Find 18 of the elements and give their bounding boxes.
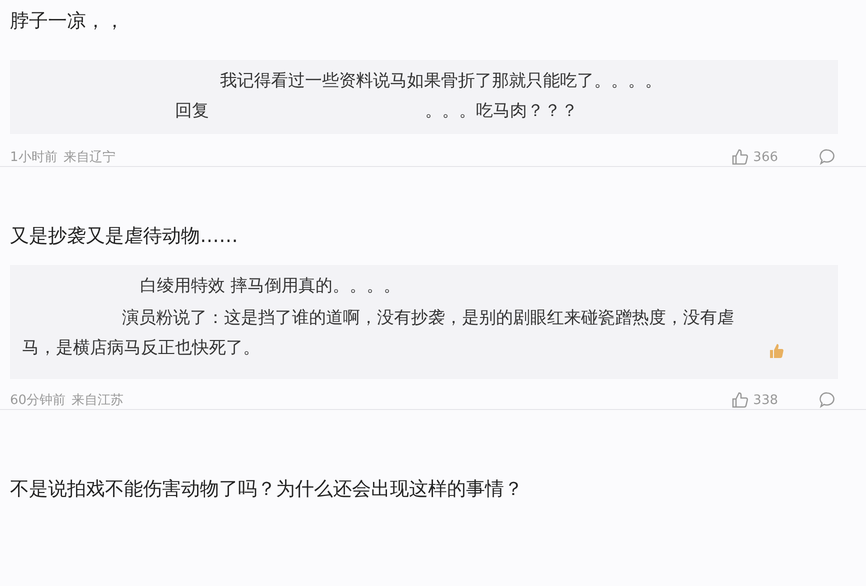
thumbs-up-icon[interactable] [731, 148, 750, 166]
comment-text: 不是说拍戏不能伤害动物了吗？为什么还会出现这样的事情？ [10, 477, 524, 502]
comment-icon[interactable] [818, 391, 836, 409]
reply-text: 。。。吃马肉？？？ [425, 100, 578, 123]
reply-text: 回复 [175, 100, 209, 123]
like-count: 338 [753, 392, 778, 408]
comment-time: 60分钟前 [10, 392, 66, 409]
comment-icon[interactable] [818, 148, 836, 166]
comment-text: 脖子一凉，， [10, 9, 125, 34]
reply-text: 演员粉说了：这是挡了谁的道啊，没有抄袭，是别的剧眼红来碰瓷蹭热度，没有虐马，是横店病马反正也快死了。 [22, 307, 735, 360]
reply-text: 白绫用特效 摔马倒用真的。。。。 [140, 275, 400, 298]
thumbs-up-icon[interactable] [731, 391, 750, 409]
comment-time: 1小时前 [10, 149, 58, 166]
comment-text: 又是抄袭又是虐待动物…… [10, 224, 239, 249]
comment-location: 来自江苏 [72, 392, 124, 409]
reply-text: 我记得看过一些资料说马如果骨折了那就只能吃了。。。。 [220, 70, 662, 93]
comment-location: 来自辽宁 [63, 149, 116, 166]
like-count: 366 [753, 150, 778, 164]
